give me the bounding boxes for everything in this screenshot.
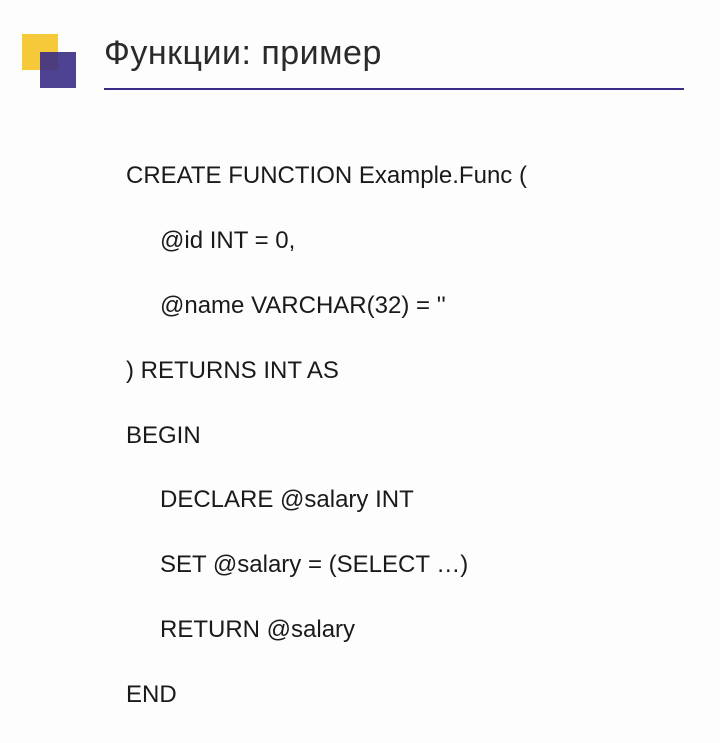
code-line: BEGIN <box>126 420 527 452</box>
code-line: @id INT = 0, <box>126 225 527 257</box>
code-line: @name VARCHAR(32) = '' <box>126 290 527 322</box>
decor-square-purple <box>40 52 76 88</box>
code-line: SET @salary = (SELECT …) <box>126 549 527 581</box>
slide-decor <box>22 34 78 86</box>
code-line: ) RETURNS INT AS <box>126 355 527 387</box>
code-line: END <box>126 679 527 711</box>
code-line: DECLARE @salary INT <box>126 484 527 516</box>
code-block: CREATE FUNCTION Example.Func ( @id INT =… <box>126 128 527 743</box>
code-line: RETURN @salary <box>126 614 527 646</box>
title-underline <box>104 88 684 90</box>
code-line: CREATE FUNCTION Example.Func ( <box>126 160 527 192</box>
slide-title: Функции: пример <box>104 34 382 73</box>
